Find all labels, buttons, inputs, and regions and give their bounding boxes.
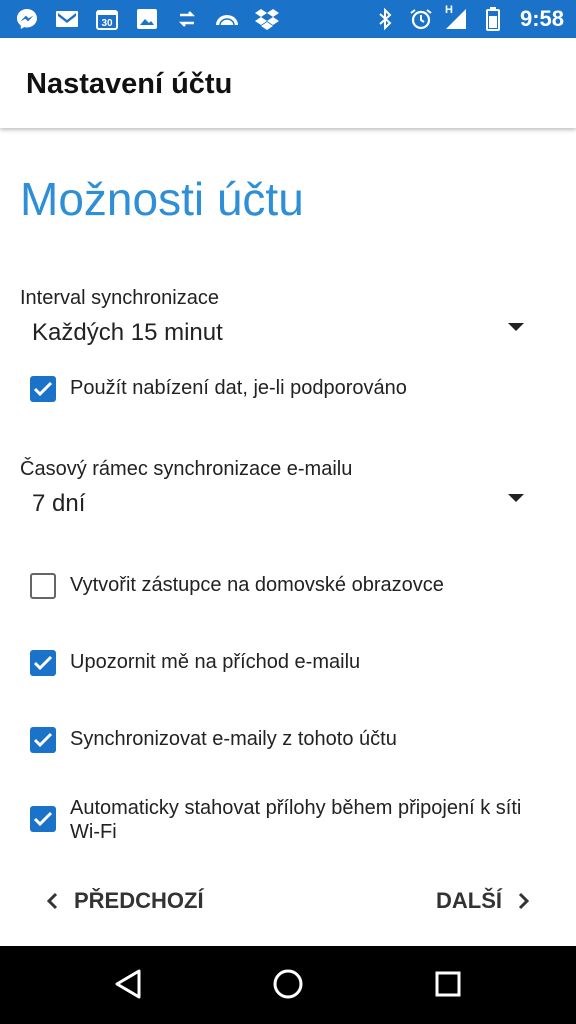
- home-button[interactable]: [270, 966, 306, 1002]
- recents-button[interactable]: [430, 966, 466, 1002]
- status-bar: 30 H 9:58: [0, 0, 576, 38]
- sync-interval-value: Každých 15 minut: [32, 319, 223, 346]
- push-option-row[interactable]: Použít nabízení dat, je-li podporováno: [30, 376, 407, 402]
- attachments-option-label: Automaticky stahovat přílohy během připo…: [70, 797, 522, 843]
- push-option-checkbox[interactable]: [30, 376, 56, 402]
- sync-icon: [174, 6, 200, 32]
- calendar-icon: 30: [94, 6, 120, 32]
- dropdown-arrow-icon: [508, 323, 524, 331]
- alarm-icon: [408, 6, 434, 32]
- next-button[interactable]: DALŠÍ: [436, 888, 532, 914]
- attachments-option-row[interactable]: Automaticky stahovat přílohy během připo…: [30, 797, 530, 844]
- dropbox-icon: [254, 6, 280, 32]
- shortcut-option-checkbox[interactable]: [30, 573, 56, 599]
- clock: 9:58: [519, 6, 564, 31]
- sync-option-row[interactable]: Synchronizovat e-maily z tohoto účtu: [30, 727, 397, 753]
- network-type-label: H: [444, 4, 453, 16]
- sync-window-value: 7 dní: [32, 490, 86, 517]
- signal-icon: H: [444, 4, 470, 32]
- chevron-right-icon: [518, 892, 530, 910]
- attachments-option-checkbox[interactable]: [30, 806, 56, 832]
- messenger-icon: [14, 6, 40, 32]
- sync-option-label: Synchronizovat e-maily z tohoto účtu: [70, 728, 397, 750]
- push-option-label: Použít nabízení dat, je-li podporováno: [70, 377, 407, 399]
- checkmark-icon: [33, 655, 53, 671]
- sync-interval-label: Interval synchronizace: [20, 287, 219, 309]
- system-navigation-bar: [0, 946, 576, 1024]
- home-icon: [273, 969, 303, 999]
- sync-window-label: Časový rámec synchronizace e-mailu: [20, 458, 353, 480]
- checkmark-icon: [33, 381, 53, 397]
- back-button[interactable]: [110, 966, 146, 1002]
- dropdown-arrow-icon: [508, 494, 524, 502]
- back-icon: [115, 969, 141, 999]
- cloud-icon: [214, 6, 240, 32]
- wizard-navigation: PŘEDCHOZÍ DALŠÍ: [0, 880, 576, 928]
- shortcut-option-label: Vytvořit zástupce na domovské obrazovce: [70, 574, 444, 596]
- battery-icon: [480, 6, 506, 32]
- previous-button-label: PŘEDCHOZÍ: [74, 888, 204, 913]
- app-bar-title: Nastavení účtu: [26, 68, 233, 100]
- gmail-icon: [54, 6, 80, 32]
- checkmark-icon: [33, 811, 53, 827]
- page-title: Možnosti účtu: [20, 173, 304, 225]
- bluetooth-icon: [372, 6, 398, 32]
- recents-icon: [435, 971, 461, 997]
- notify-option-row[interactable]: Upozornit mě na příchod e-mailu: [30, 650, 360, 676]
- checkmark-icon: [33, 732, 53, 748]
- notify-option-checkbox[interactable]: [30, 650, 56, 676]
- sync-option-checkbox[interactable]: [30, 727, 56, 753]
- previous-button[interactable]: PŘEDCHOZÍ: [44, 888, 204, 914]
- chevron-left-icon: [46, 892, 58, 910]
- next-button-label: DALŠÍ: [436, 888, 502, 913]
- notify-option-label: Upozornit mě na příchod e-mailu: [70, 651, 361, 673]
- sync-interval-dropdown[interactable]: Každých 15 minut: [20, 313, 536, 353]
- photos-icon: [134, 6, 160, 32]
- calendar-day: 30: [101, 18, 113, 29]
- shortcut-option-row[interactable]: Vytvořit zástupce na domovské obrazovce: [30, 573, 444, 599]
- app-bar: Nastavení účtu: [0, 38, 576, 128]
- sync-window-dropdown[interactable]: 7 dní: [20, 484, 536, 524]
